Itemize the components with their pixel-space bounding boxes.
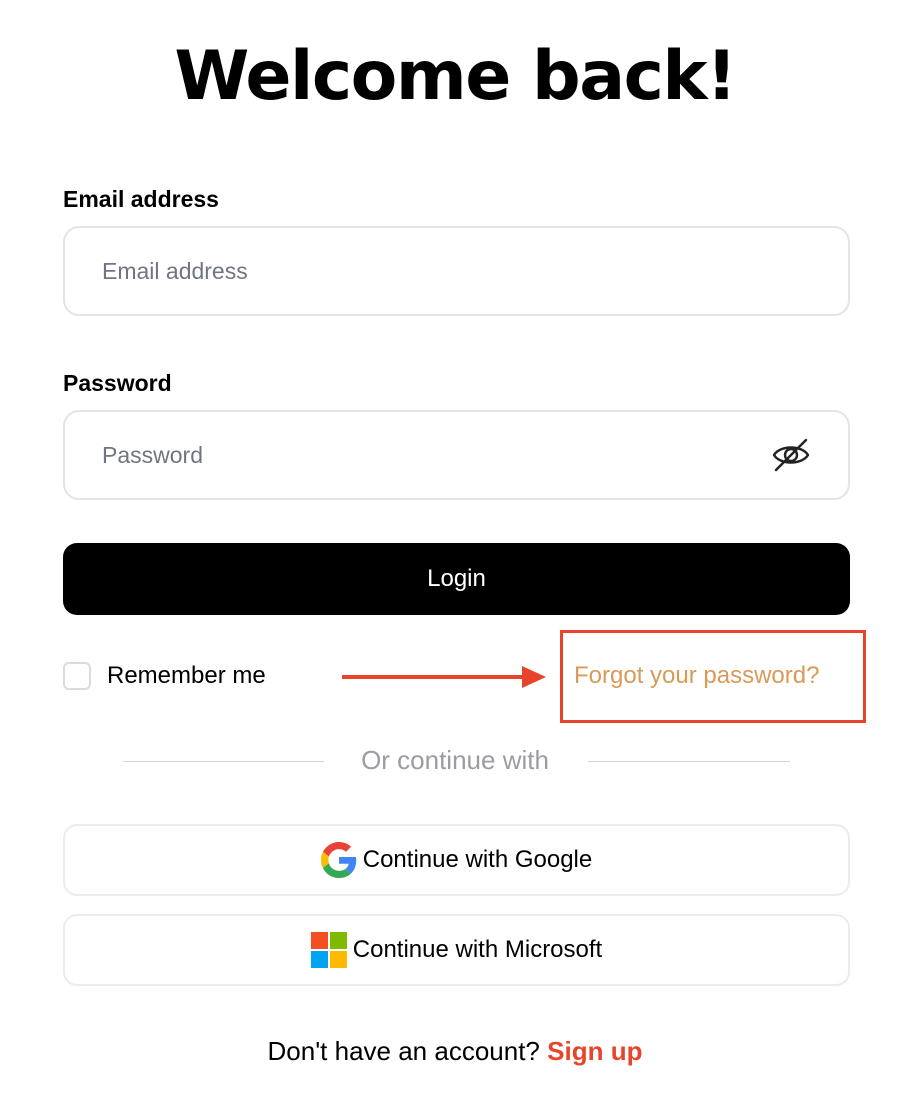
password-label: Password [63, 370, 172, 396]
signup-prompt: Don't have an account? Sign up [0, 1034, 910, 1068]
eye-off-icon[interactable] [771, 435, 811, 475]
login-button[interactable]: Login [63, 543, 850, 615]
microsoft-logo-icon [310, 932, 347, 968]
remember-me-label: Remember me [107, 662, 266, 689]
email-field-box[interactable] [63, 226, 850, 316]
microsoft-button-label: Continue with Microsoft [352, 936, 603, 963]
google-logo-icon [320, 842, 356, 878]
password-field[interactable] [102, 412, 742, 498]
password-field-box[interactable] [63, 410, 850, 500]
page-title: Welcome back! [174, 37, 737, 116]
divider-label: Or continue with [361, 745, 549, 775]
google-button[interactable]: Continue with Google [63, 824, 850, 896]
signup-link[interactable]: Sign up [547, 1036, 642, 1066]
google-button-label: Continue with Google [362, 846, 593, 873]
microsoft-button[interactable]: Continue with Microsoft [63, 914, 850, 986]
remember-me-checkbox[interactable] [63, 662, 91, 690]
forgot-password-link[interactable]: Forgot your password? [574, 661, 819, 691]
email-field[interactable] [102, 228, 742, 314]
signup-prompt-text: Don't have an account? [267, 1036, 540, 1066]
annotation-arrow [342, 666, 546, 688]
email-label: Email address [63, 186, 219, 212]
divider-line-right [588, 761, 790, 762]
